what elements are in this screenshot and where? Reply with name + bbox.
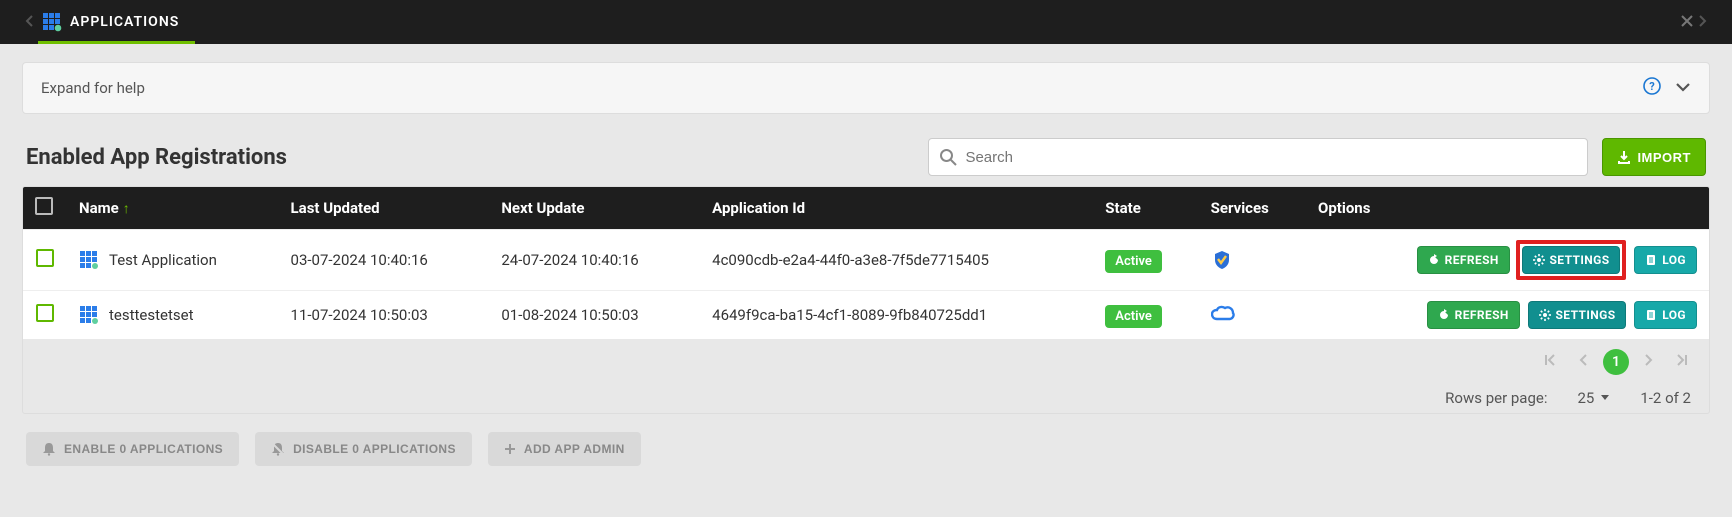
col-state[interactable]: State: [1093, 187, 1198, 230]
gear-icon: [1539, 309, 1551, 321]
rows-per-page-label: Rows per page:: [1445, 389, 1547, 407]
plus-icon: [504, 443, 516, 455]
refresh-icon: [1428, 254, 1440, 266]
search-input[interactable]: [965, 149, 1577, 166]
page-next-icon[interactable]: [1637, 349, 1661, 375]
app-icon: [79, 250, 99, 270]
row-app-id: 4649f9ca-ba15-4cf1-8089-9fb840725dd1: [700, 291, 1093, 340]
tab-label: APPLICATIONS: [70, 14, 179, 30]
applications-tab-icon: [42, 12, 62, 32]
settings-highlight: SETTINGS: [1516, 240, 1627, 280]
tab-close-icon[interactable]: [1680, 13, 1694, 32]
page-prev-icon[interactable]: [1571, 349, 1595, 375]
page-first-icon[interactable]: [1537, 349, 1563, 375]
row-name: testtestetset: [109, 306, 194, 324]
help-text: Expand for help: [41, 79, 145, 97]
app-icon: [79, 305, 99, 325]
col-app-id[interactable]: Application Id: [700, 187, 1093, 230]
state-badge: Active: [1105, 250, 1162, 273]
registrations-table: Name↑ Last Updated Next Update Applicati…: [22, 186, 1710, 414]
enable-apps-button[interactable]: ENABLE 0 APPLICATIONS: [26, 432, 239, 466]
table-row: testtestetset 11-07-2024 10:50:03 01-08-…: [23, 291, 1709, 340]
col-name[interactable]: Name↑: [67, 187, 279, 230]
rows-per-page-select[interactable]: 25: [1577, 389, 1610, 407]
col-last-updated[interactable]: Last Updated: [279, 187, 490, 230]
tab-nav-left-icon[interactable]: [20, 13, 38, 32]
log-button[interactable]: LOG: [1634, 246, 1697, 274]
defender-icon: [1211, 249, 1294, 271]
select-all-checkbox[interactable]: [35, 197, 53, 215]
search-box[interactable]: [928, 138, 1588, 176]
gear-icon: [1533, 254, 1545, 266]
import-button[interactable]: IMPORT: [1602, 138, 1706, 176]
page-current[interactable]: 1: [1603, 349, 1629, 375]
row-next-update: 24-07-2024 10:40:16: [489, 230, 700, 291]
svg-text:?: ?: [1649, 80, 1655, 93]
refresh-button[interactable]: REFRESH: [1427, 301, 1520, 329]
refresh-button[interactable]: REFRESH: [1417, 246, 1510, 274]
document-icon: [1645, 309, 1657, 321]
chevron-down-icon[interactable]: [1675, 79, 1691, 97]
cloud-icon: [1211, 305, 1294, 325]
row-last-updated: 03-07-2024 10:40:16: [279, 230, 490, 291]
help-icon[interactable]: ?: [1643, 77, 1661, 99]
bell-off-icon: [271, 442, 285, 456]
settings-button[interactable]: SETTINGS: [1528, 301, 1627, 329]
log-button[interactable]: LOG: [1634, 301, 1697, 329]
dropdown-caret-icon: [1600, 394, 1610, 402]
help-expand-panel[interactable]: Expand for help ?: [22, 62, 1710, 114]
row-checkbox[interactable]: [36, 304, 54, 322]
document-icon: [1645, 254, 1657, 266]
pagination: 1: [23, 339, 1709, 385]
row-app-id: 4c090cdb-e2a4-44f0-a3e8-7f5de7715405: [700, 230, 1093, 291]
state-badge: Active: [1105, 305, 1162, 328]
table-row: Test Application 03-07-2024 10:40:16 24-…: [23, 230, 1709, 291]
sort-asc-icon: ↑: [123, 201, 130, 217]
tab-applications[interactable]: APPLICATIONS: [38, 0, 195, 44]
settings-button[interactable]: SETTINGS: [1522, 246, 1621, 274]
refresh-icon: [1438, 309, 1450, 321]
col-services[interactable]: Services: [1199, 187, 1306, 230]
bell-icon: [42, 442, 56, 456]
disable-apps-button[interactable]: DISABLE 0 APPLICATIONS: [255, 432, 472, 466]
import-label: IMPORT: [1637, 150, 1691, 165]
row-checkbox[interactable]: [36, 249, 54, 267]
section-title: Enabled App Registrations: [26, 145, 287, 170]
search-icon: [939, 148, 957, 166]
row-name: Test Application: [109, 251, 217, 269]
import-icon: [1617, 150, 1631, 164]
row-last-updated: 11-07-2024 10:50:03: [279, 291, 490, 340]
col-options: Options: [1306, 187, 1709, 230]
add-app-admin-button[interactable]: ADD APP ADMIN: [488, 432, 641, 466]
row-next-update: 01-08-2024 10:50:03: [489, 291, 700, 340]
page-last-icon[interactable]: [1669, 349, 1695, 375]
pagination-range: 1-2 of 2: [1640, 389, 1691, 407]
topbar: APPLICATIONS: [0, 0, 1732, 44]
col-next-update[interactable]: Next Update: [489, 187, 700, 230]
tab-nav-right-icon[interactable]: [1694, 13, 1712, 32]
